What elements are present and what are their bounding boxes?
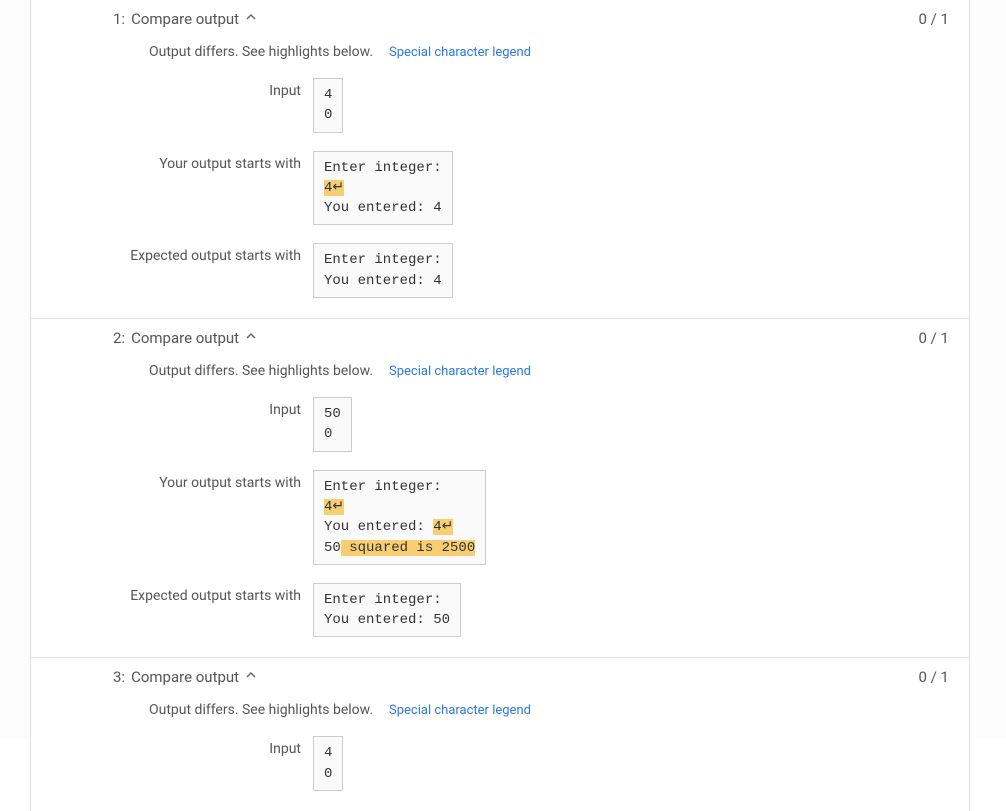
diff-message: Output differs. See highlights below.	[149, 363, 373, 379]
your-output-box: Enter integer: 4↵ You entered: 4↵ 50 squ…	[313, 470, 486, 565]
input-box: 4 0	[313, 736, 343, 791]
special-char-legend-link[interactable]: Special character legend	[389, 45, 531, 60]
testcase-1: 1: Compare output 0 / 1 Output differs. …	[31, 0, 969, 318]
expected-output-box: Enter integer: You entered: 4	[313, 243, 453, 298]
expected-output-label: Expected output starts with	[113, 583, 301, 638]
diff-message: Output differs. See highlights below.	[149, 702, 373, 718]
testcase-index: 3:	[113, 668, 125, 686]
testcase-header[interactable]: 1: Compare output 0 / 1	[31, 0, 969, 38]
testcase-title: Compare output	[131, 668, 239, 686]
your-output-label: Your output starts with	[113, 470, 301, 565]
input-box: 4 0	[313, 78, 343, 133]
testcase-title: Compare output	[131, 10, 239, 28]
your-output-box: Enter integer: 4↵ You entered: 4	[313, 151, 453, 226]
input-label: Input	[113, 736, 301, 791]
input-label: Input	[113, 397, 301, 452]
chevron-up-icon	[245, 11, 257, 27]
test-results-panel: 1: Compare output 0 / 1 Output differs. …	[30, 0, 970, 811]
expected-output-label: Expected output starts with	[113, 243, 301, 298]
diff-message: Output differs. See highlights below.	[149, 44, 373, 60]
testcase-index: 1:	[113, 10, 125, 28]
testcase-score: 0 / 1	[919, 668, 950, 686]
expected-output-box: Enter integer: You entered: 50	[313, 583, 461, 638]
special-char-legend-link[interactable]: Special character legend	[389, 364, 531, 379]
testcase-2: 2: Compare output 0 / 1 Output differs. …	[31, 318, 969, 657]
chevron-up-icon	[245, 330, 257, 346]
testcase-3: 3: Compare output 0 / 1 Output differs. …	[31, 657, 969, 811]
input-label: Input	[113, 78, 301, 133]
chevron-up-icon	[245, 669, 257, 685]
testcase-title: Compare output	[131, 329, 239, 347]
your-output-label: Your output starts with	[113, 151, 301, 226]
testcase-header[interactable]: 2: Compare output 0 / 1	[31, 319, 969, 357]
testcase-score: 0 / 1	[919, 10, 950, 28]
input-box: 50 0	[313, 397, 352, 452]
special-char-legend-link[interactable]: Special character legend	[389, 703, 531, 718]
testcase-index: 2:	[113, 329, 125, 347]
testcase-header[interactable]: 3: Compare output 0 / 1	[31, 658, 969, 696]
testcase-score: 0 / 1	[919, 329, 950, 347]
